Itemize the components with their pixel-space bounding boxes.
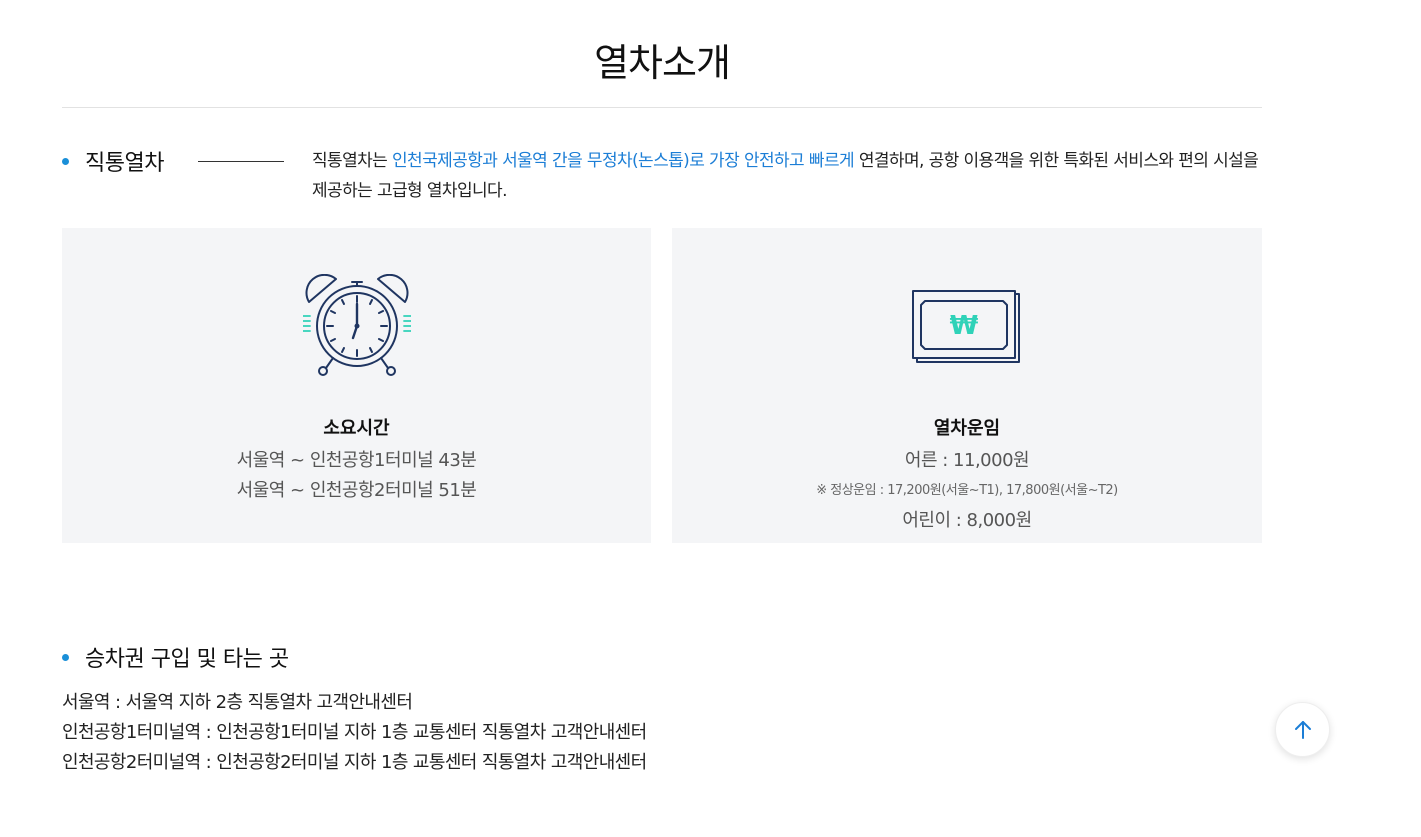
- arrow-up-icon: [1294, 720, 1311, 739]
- train-fare-title: 열차운임: [933, 418, 1001, 439]
- heading-connector-line: [198, 161, 284, 162]
- list-item: 인천공항1터미널역 : 인천공항1터미널 지하 1층 교통센터 직통열차 고객안…: [62, 722, 647, 743]
- list-item: 인천공항2터미널역 : 인천공항2터미널 지하 1층 교통센터 직통열차 고객안…: [62, 752, 647, 773]
- bullet-dot: [62, 653, 69, 661]
- express-train-heading: 직통열차: [62, 145, 164, 177]
- travel-time-card: 소요시간 서울역 ~ 인천공항1터미널 43분 서울역 ~ 인천공항2터미널 5…: [62, 228, 651, 543]
- ticket-purchase-heading: 승차권 구입 및 타는 곳: [62, 641, 289, 673]
- ticket-location-list: 서울역 : 서울역 지하 2층 직통열차 고객안내센터 인천공항1터미널역 : …: [62, 688, 647, 778]
- intro-highlight: 인천국제공항과 서울역 간을 무정차(논스톱)로 가장 안전하고 빠르게: [392, 151, 855, 171]
- express-train-heading-label: 직통열차: [85, 151, 164, 176]
- train-fare-content: 열차운임 어른 : 11,000원 ※ 정상운임 : 17,200원(서울~T1…: [672, 416, 1262, 536]
- won-banknote-icon: ₩: [912, 290, 1020, 363]
- ticket-purchase-heading-label: 승차권 구입 및 타는 곳: [85, 647, 289, 672]
- regular-fare-note: ※ 정상운임 : 17,200원(서울~T1), 17,800원(서울~T2): [816, 483, 1118, 498]
- title-divider: [62, 107, 1262, 108]
- child-fare: 어린이 : 8,000원: [902, 510, 1032, 531]
- alarm-clock-icon: [302, 274, 411, 376]
- bullet-dot: [62, 157, 69, 165]
- travel-time-terminal2: 서울역 ~ 인천공항2터미널 51분: [236, 480, 477, 501]
- travel-time-title: 소요시간: [323, 418, 390, 439]
- travel-time-content: 소요시간 서울역 ~ 인천공항1터미널 43분 서울역 ~ 인천공항2터미널 5…: [62, 416, 651, 506]
- adult-fare: 어른 : 11,000원: [904, 450, 1030, 471]
- won-symbol: ₩: [950, 311, 979, 341]
- scroll-to-top-button[interactable]: [1275, 702, 1330, 757]
- travel-time-terminal1: 서울역 ~ 인천공항1터미널 43분: [236, 450, 477, 471]
- page-title: 열차소개: [594, 41, 731, 85]
- intro-prefix: 직통열차는: [312, 151, 393, 171]
- train-fare-card: ₩ 열차운임 어른 : 11,000원 ※ 정상운임 : 17,200원(서울~…: [672, 228, 1262, 543]
- list-item: 서울역 : 서울역 지하 2층 직통열차 고객안내센터: [62, 692, 413, 713]
- express-train-intro: 직통열차는 인천국제공항과 서울역 간을 무정차(논스톱)로 가장 안전하고 빠…: [312, 146, 1262, 206]
